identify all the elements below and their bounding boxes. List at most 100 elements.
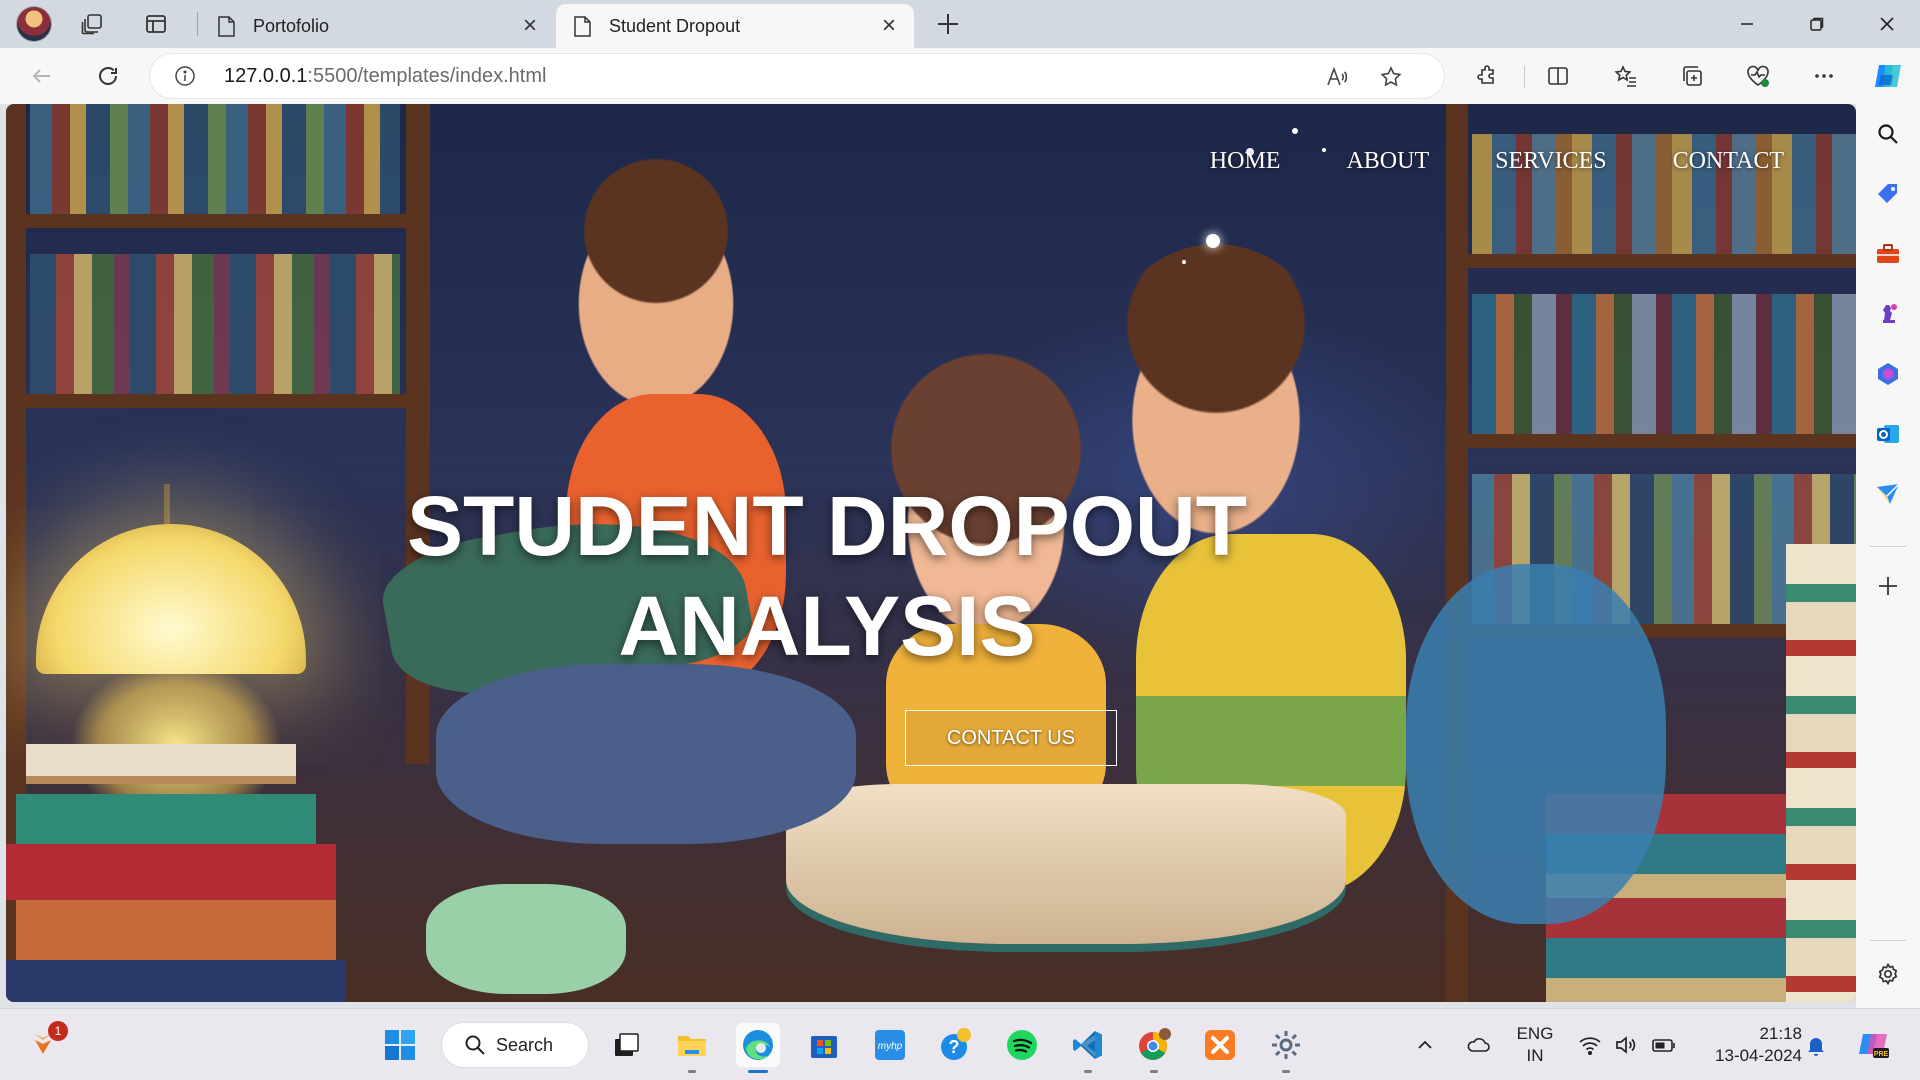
- outlook-icon: [1877, 425, 1899, 443]
- get-help-button[interactable]: ?: [934, 1023, 978, 1067]
- settings-and-more-button[interactable]: [1804, 56, 1844, 96]
- heart-pulse-icon: [1747, 65, 1769, 87]
- volume-button[interactable]: [1606, 1023, 1646, 1067]
- new-tab-button[interactable]: [928, 0, 968, 48]
- nav-link-home[interactable]: HOME: [1210, 148, 1281, 175]
- url-host: 127.0.0.1: [224, 65, 308, 87]
- nav-link-services[interactable]: SERVICES: [1495, 148, 1606, 175]
- taskbar-search[interactable]: Search: [442, 1023, 588, 1067]
- copilot-button[interactable]: [1868, 56, 1908, 96]
- myhp-button[interactable]: myhp: [868, 1023, 912, 1067]
- language-region: IN: [1526, 1046, 1544, 1065]
- sidebar-games-button[interactable]: [1868, 294, 1908, 334]
- browser-toolbar: 127.0.0.1:5500/templates/index.html: [0, 48, 1920, 104]
- close-tab-icon[interactable]: ×: [882, 14, 896, 38]
- toolbox-icon: [1877, 244, 1899, 263]
- microsoft365-icon: [1878, 363, 1898, 385]
- collections-button[interactable]: [1672, 56, 1712, 96]
- sidebar-shopping-button[interactable]: [1868, 174, 1908, 214]
- microsoft-store-button[interactable]: [802, 1023, 846, 1067]
- spotify-button[interactable]: [1000, 1023, 1044, 1067]
- sidebar-divider: [1870, 940, 1906, 941]
- tab-title: Student Dropout: [609, 15, 741, 36]
- address-bar[interactable]: 127.0.0.1:5500/templates/index.html: [150, 54, 1444, 98]
- url-path: :5500/templates/index.html: [307, 65, 547, 87]
- vertical-tabs-icon: [146, 15, 166, 33]
- extensions-button[interactable]: [1468, 56, 1508, 96]
- read-aloud-button[interactable]: [1322, 62, 1352, 92]
- sidebar-drop-button[interactable]: [1868, 474, 1908, 514]
- battery-button[interactable]: [1644, 1023, 1684, 1067]
- taskbar-search-label: Search: [496, 1034, 554, 1055]
- nav-link-contact[interactable]: CONTACT: [1673, 148, 1784, 175]
- task-view-button[interactable]: [604, 1023, 648, 1067]
- restore-button[interactable]: [1782, 0, 1852, 48]
- settings-taskbar-button[interactable]: [1264, 1023, 1308, 1073]
- toolbar-divider: [1524, 66, 1525, 88]
- copilot-pre-icon: PRE: [1859, 1034, 1889, 1058]
- close-window-button[interactable]: [1852, 0, 1920, 48]
- close-tab-icon[interactable]: ×: [523, 14, 537, 38]
- xampp-icon: [1205, 1030, 1235, 1060]
- reload-button[interactable]: [88, 56, 128, 96]
- browser-essentials-button[interactable]: [1738, 56, 1778, 96]
- notifications-button[interactable]: [1796, 1023, 1836, 1067]
- back-button[interactable]: [22, 56, 62, 96]
- add-favorite-button[interactable]: [1376, 62, 1406, 92]
- bell-icon: [1808, 1038, 1824, 1056]
- search-icon: [1878, 124, 1898, 144]
- start-button[interactable]: [378, 1023, 422, 1067]
- sidebar-add-button[interactable]: [1868, 566, 1908, 606]
- page-icon: [574, 15, 591, 37]
- xampp-button[interactable]: [1198, 1023, 1242, 1067]
- title-bar-divider: [197, 12, 198, 36]
- store-icon: [811, 1036, 837, 1058]
- show-hidden-icons-button[interactable]: [1408, 1023, 1442, 1067]
- search-icon: [465, 1035, 485, 1055]
- minimize-button[interactable]: [1712, 0, 1782, 48]
- info-icon[interactable]: [174, 65, 196, 87]
- sidebar-search-button[interactable]: [1868, 114, 1908, 154]
- url-text[interactable]: 127.0.0.1:5500/templates/index.html: [224, 65, 546, 88]
- language-indicator[interactable]: ENG IN: [1510, 1023, 1560, 1067]
- site-nav: HOME ABOUT SERVICES CONTACT: [1210, 148, 1784, 175]
- workspaces-button[interactable]: [72, 0, 112, 48]
- nav-link-about[interactable]: ABOUT: [1346, 148, 1429, 175]
- web-page: HOME ABOUT SERVICES CONTACT STUDENT DROP…: [6, 104, 1856, 1002]
- clock[interactable]: 21:18 13-04-2024: [1694, 1023, 1802, 1067]
- profile-button[interactable]: [14, 0, 54, 48]
- file-explorer-button[interactable]: [670, 1023, 714, 1073]
- contact-us-button[interactable]: CONTACT US: [905, 710, 1117, 766]
- copilot-taskbar-button[interactable]: PRE: [1852, 1023, 1896, 1067]
- vscode-button[interactable]: [1066, 1023, 1110, 1073]
- tab-portofolio[interactable]: Portofolio ×: [200, 4, 555, 48]
- sidebar-microsoft365-button[interactable]: [1868, 354, 1908, 394]
- svg-text:?: ?: [949, 1037, 960, 1057]
- sidebar-settings-button[interactable]: [1868, 954, 1908, 994]
- close-icon: [1880, 17, 1894, 31]
- edge-taskbar-button[interactable]: [736, 1023, 780, 1073]
- minimize-icon: [1741, 23, 1753, 25]
- folder-icon: [678, 1036, 706, 1056]
- language-code: ENG: [1516, 1024, 1554, 1043]
- sidebar-outlook-button[interactable]: [1868, 414, 1908, 454]
- split-screen-button[interactable]: [1538, 56, 1578, 96]
- sidebar-tools-button[interactable]: [1868, 234, 1908, 274]
- onedrive-button[interactable]: [1458, 1023, 1498, 1067]
- chrome-icon: [1139, 1028, 1171, 1060]
- clock-date: 13-04-2024: [1715, 1046, 1802, 1065]
- plus-icon: [1879, 577, 1897, 595]
- tab-student-dropout[interactable]: Student Dropout ×: [556, 4, 914, 48]
- spotify-icon: [1007, 1030, 1037, 1060]
- wifi-button[interactable]: [1570, 1023, 1610, 1067]
- arrow-left-icon: [32, 69, 50, 83]
- split-screen-icon: [1548, 67, 1568, 85]
- help-icon: ?: [941, 1028, 971, 1060]
- favorites-button[interactable]: [1606, 56, 1646, 96]
- widgets-button[interactable]: 1: [24, 1021, 68, 1067]
- shopping-tag-icon: [1878, 184, 1897, 203]
- workspaces-icon: [81, 14, 102, 35]
- vertical-tabs-button[interactable]: [136, 0, 176, 48]
- clock-time: 21:18: [1759, 1024, 1802, 1043]
- chrome-button[interactable]: [1132, 1023, 1176, 1073]
